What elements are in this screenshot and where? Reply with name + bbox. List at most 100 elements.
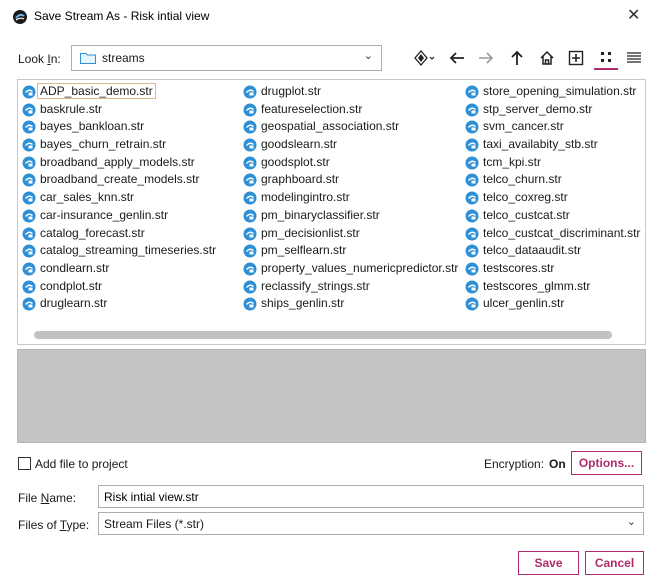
file-item[interactable]: druglearn.str xyxy=(21,295,216,313)
file-name: tcm_kpi.str xyxy=(483,154,542,169)
file-item[interactable]: ulcer_genlin.str xyxy=(464,295,640,313)
file-name-label: File Name: xyxy=(18,491,77,505)
stream-file-icon xyxy=(243,280,257,294)
file-item[interactable]: broadband_create_models.str xyxy=(21,171,216,189)
stream-file-icon xyxy=(465,209,479,223)
file-item[interactable]: store_opening_simulation.str xyxy=(464,83,640,101)
file-item[interactable]: pm_selflearn.str xyxy=(242,242,458,260)
location-diamond-icon[interactable] xyxy=(413,46,437,70)
file-item[interactable]: reclassify_strings.str xyxy=(242,278,458,296)
file-item[interactable]: telco_dataaudit.str xyxy=(464,242,640,260)
options-button[interactable]: Options... xyxy=(571,451,642,475)
save-button[interactable]: Save xyxy=(518,551,579,575)
file-list[interactable]: ADP_basic_demo.str baskrule.str bayes_bank… xyxy=(17,79,646,345)
file-name: baskrule.str xyxy=(40,101,103,116)
file-item[interactable]: catalog_streaming_timeseries.str xyxy=(21,242,216,260)
file-name: druglearn.str xyxy=(40,296,108,311)
cancel-button[interactable]: Cancel xyxy=(585,551,644,575)
preview-pane xyxy=(17,349,646,443)
stream-file-icon xyxy=(243,85,257,99)
file-name: broadband_apply_models.str xyxy=(40,154,195,169)
file-name: bayes_churn_retrain.str xyxy=(40,137,167,152)
chevron-down-icon[interactable]: ⌄ xyxy=(364,49,373,62)
file-name: telco_coxreg.str xyxy=(483,190,568,205)
up-folder-icon[interactable] xyxy=(505,46,529,70)
file-item[interactable]: catalog_forecast.str xyxy=(21,225,216,243)
stream-file-icon xyxy=(465,138,479,152)
file-item[interactable]: telco_coxreg.str xyxy=(464,189,640,207)
horizontal-scrollbar[interactable] xyxy=(34,331,614,339)
file-item[interactable]: ships_genlin.str xyxy=(242,295,458,313)
file-type-select[interactable]: Stream Files (*.str) ⌄ xyxy=(98,512,644,535)
file-item[interactable]: bayes_churn_retrain.str xyxy=(21,136,216,154)
file-item[interactable]: telco_custcat.str xyxy=(464,207,640,225)
file-name: stp_server_demo.str xyxy=(483,101,593,116)
file-item[interactable]: condlearn.str xyxy=(21,260,216,278)
file-name: car_sales_knn.str xyxy=(40,190,135,205)
file-name: telco_dataaudit.str xyxy=(483,243,582,258)
scrollbar-thumb[interactable] xyxy=(34,331,612,339)
file-item[interactable]: goodslearn.str xyxy=(242,136,458,154)
file-item[interactable]: condplot.str xyxy=(21,278,216,296)
file-name: goodsplot.str xyxy=(261,154,330,169)
file-item[interactable]: goodsplot.str xyxy=(242,154,458,172)
icon-view-icon[interactable] xyxy=(594,46,618,70)
file-item[interactable]: testscores.str xyxy=(464,260,640,278)
new-folder-icon[interactable] xyxy=(564,46,588,70)
file-item[interactable]: featureselection.str xyxy=(242,101,458,119)
file-name: graphboard.str xyxy=(261,172,340,187)
chevron-down-icon[interactable]: ⌄ xyxy=(627,515,636,528)
look-in-value: streams xyxy=(102,51,145,65)
file-column-3: store_opening_simulation.str stp_server_d… xyxy=(464,83,640,313)
add-to-project-checkbox[interactable] xyxy=(18,457,31,470)
file-item[interactable]: pm_binaryclassifier.str xyxy=(242,207,458,225)
file-item[interactable]: modelingintro.str xyxy=(242,189,458,207)
stream-file-icon xyxy=(22,138,36,152)
file-item[interactable]: tcm_kpi.str xyxy=(464,154,640,172)
file-item[interactable]: graphboard.str xyxy=(242,171,458,189)
file-name: condlearn.str xyxy=(40,260,110,275)
file-name-input[interactable] xyxy=(98,485,644,508)
file-item[interactable]: broadband_apply_models.str xyxy=(21,154,216,172)
file-item[interactable]: bayes_bankloan.str xyxy=(21,118,216,136)
file-item[interactable]: drugplot.str xyxy=(242,83,458,101)
stream-file-icon xyxy=(243,209,257,223)
file-name: modelingintro.str xyxy=(261,190,350,205)
file-name: taxi_availabity_stb.str xyxy=(483,137,598,152)
stream-file-icon xyxy=(243,173,257,187)
stream-file-icon xyxy=(22,85,36,99)
file-name: geospatial_association.str xyxy=(261,119,400,134)
file-name: pm_binaryclassifier.str xyxy=(261,207,380,222)
stream-file-icon xyxy=(22,262,36,276)
file-item[interactable]: pm_decisionlist.str xyxy=(242,225,458,243)
file-item[interactable]: testscores_glmm.str xyxy=(464,278,640,296)
file-item[interactable]: baskrule.str xyxy=(21,101,216,119)
file-item[interactable]: ADP_basic_demo.str xyxy=(21,83,216,101)
file-name: pm_selflearn.str xyxy=(261,243,347,258)
stream-file-icon xyxy=(465,173,479,187)
file-item[interactable]: property_values_numericpredictor.str xyxy=(242,260,458,278)
file-item[interactable]: svm_cancer.str xyxy=(464,118,640,136)
file-item[interactable]: telco_custcat_discriminant.str xyxy=(464,225,640,243)
forward-arrow-icon[interactable] xyxy=(474,46,498,70)
file-item[interactable]: geospatial_association.str xyxy=(242,118,458,136)
look-in-combo[interactable]: streams ⌄ xyxy=(71,45,382,71)
file-item[interactable]: car_sales_knn.str xyxy=(21,189,216,207)
file-item[interactable]: telco_churn.str xyxy=(464,171,640,189)
file-name: pm_decisionlist.str xyxy=(261,225,360,240)
stream-file-icon xyxy=(465,191,479,205)
back-arrow-icon[interactable] xyxy=(445,46,469,70)
file-name: drugplot.str xyxy=(261,84,322,98)
list-view-icon[interactable] xyxy=(622,46,646,70)
file-name: ulcer_genlin.str xyxy=(483,296,565,311)
stream-file-icon xyxy=(22,244,36,258)
stream-file-icon xyxy=(243,103,257,117)
file-item[interactable]: taxi_availabity_stb.str xyxy=(464,136,640,154)
home-icon[interactable] xyxy=(535,46,559,70)
folder-icon xyxy=(80,53,96,64)
file-item[interactable]: car-insurance_genlin.str xyxy=(21,207,216,225)
file-item[interactable]: stp_server_demo.str xyxy=(464,101,640,119)
close-icon[interactable]: ✕ xyxy=(627,6,640,26)
stream-file-icon xyxy=(465,120,479,134)
file-name: telco_churn.str xyxy=(483,172,562,187)
